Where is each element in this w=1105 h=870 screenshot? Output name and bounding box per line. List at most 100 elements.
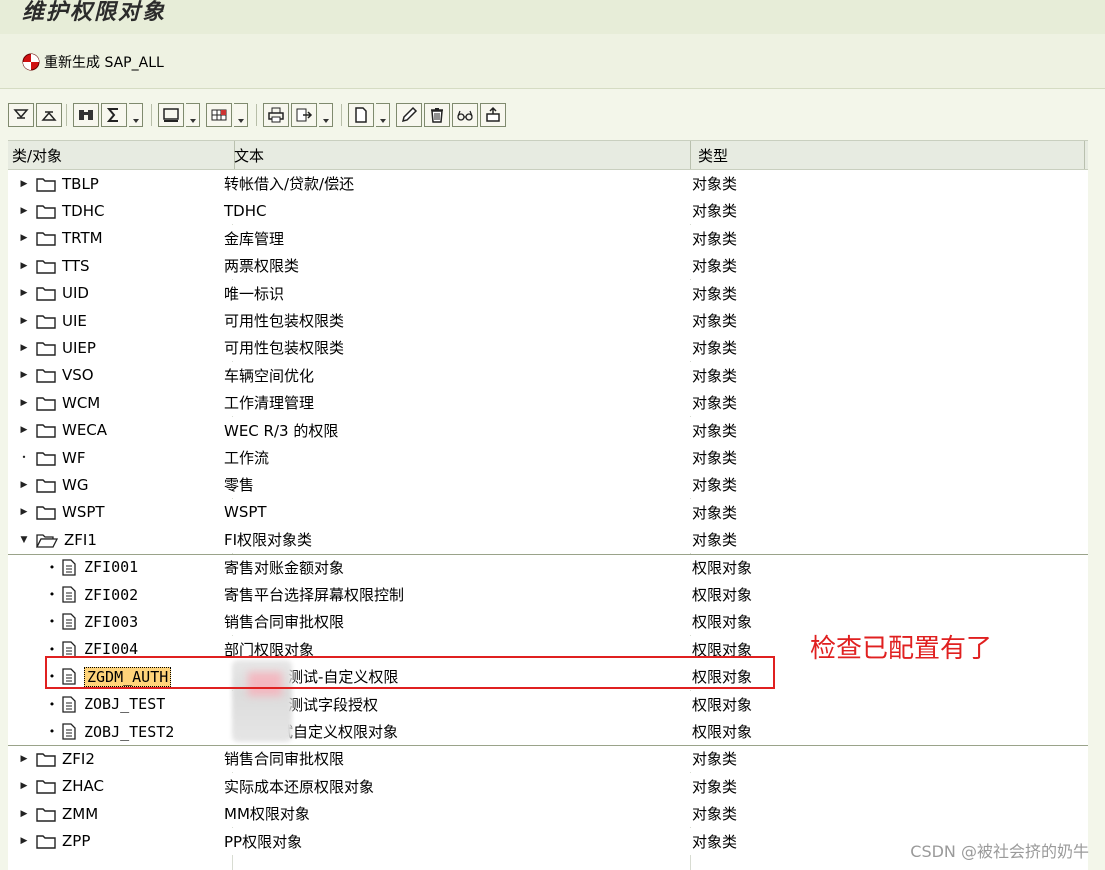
print-button[interactable] <box>263 103 289 127</box>
tree-object-row[interactable]: • ZFI001 寄售对账金额对象 权限对象 <box>8 553 1088 581</box>
tree-node[interactable]: ▶ ZFI2 <box>18 745 95 772</box>
tree-object-row[interactable]: • ZOBJ_TEST 测试字段授权 权限对象 <box>8 690 1088 718</box>
node-name[interactable]: ZFI003 <box>84 613 138 631</box>
expand-arrow-icon[interactable]: ▶ <box>18 316 30 326</box>
tree-node[interactable]: ▶ ZHAC <box>18 773 105 800</box>
node-name[interactable]: WG <box>62 476 88 494</box>
find-button[interactable] <box>73 103 99 127</box>
node-name[interactable]: WCM <box>62 394 100 412</box>
export-button[interactable] <box>291 103 317 127</box>
tree-class-row[interactable]: ▶ TRTM 金库管理 对象类 <box>8 224 1088 252</box>
node-name[interactable]: ZFI1 <box>64 531 97 549</box>
tree-node[interactable]: ▶ TBLP <box>18 170 99 197</box>
column-divider[interactable] <box>1084 141 1085 169</box>
tree-class-row[interactable]: ▶ ZHAC 实际成本还原权限对象 对象类 <box>8 772 1088 800</box>
node-name[interactable]: UIE <box>62 312 87 330</box>
collapse-arrow-icon[interactable]: ▼ <box>18 535 30 545</box>
tree-class-row[interactable]: ▶ WECA WEC R/3 的权限 对象类 <box>8 416 1088 444</box>
tree-node[interactable]: ▶ WCM <box>18 389 101 416</box>
expand-arrow-icon[interactable]: ▶ <box>18 370 30 380</box>
delete-button[interactable] <box>424 103 450 127</box>
expand-arrow-icon[interactable]: ▶ <box>18 179 30 189</box>
tree-class-row[interactable]: ▶ WG 零售 对象类 <box>8 471 1088 499</box>
tree-node[interactable]: ▶ TDHC <box>18 197 105 224</box>
node-name[interactable]: ZOBJ_TEST <box>84 695 165 713</box>
expand-arrow-icon[interactable]: ▶ <box>18 261 30 271</box>
expand-arrow-icon[interactable]: ▶ <box>18 206 30 216</box>
tree-class-row[interactable]: ▶ TDHC TDHC 对象类 <box>8 197 1088 225</box>
node-name[interactable]: TBLP <box>62 175 99 193</box>
tree-class-row[interactable]: • WF 工作流 对象类 <box>8 444 1088 471</box>
export-dropdown[interactable] <box>319 103 333 127</box>
tree-class-row[interactable]: ▶ ZFI2 销售合同审批权限 对象类 <box>8 745 1088 773</box>
tree-object-row[interactable]: • ZFI002 寄售平台选择屏幕权限控制 权限对象 <box>8 581 1088 608</box>
node-name[interactable]: ZFI001 <box>84 558 138 576</box>
node-name[interactable]: VSO <box>62 366 94 384</box>
tree-node[interactable]: ▶ WECA <box>18 417 108 444</box>
node-name[interactable]: ZFI2 <box>62 750 95 768</box>
tree-node[interactable]: ▶ WG <box>18 471 89 498</box>
tree-node[interactable]: ▶ ZPP <box>18 828 91 855</box>
tree-node[interactable]: ▶ UID <box>18 280 89 307</box>
expand-arrow-icon[interactable]: ▶ <box>18 754 30 764</box>
collapse-all-button[interactable] <box>36 103 62 127</box>
expand-arrow-icon[interactable]: ▶ <box>18 809 30 819</box>
tree-node[interactable]: • ZOBJ_TEST <box>46 691 166 718</box>
create-button[interactable] <box>348 103 374 127</box>
expand-arrow-icon[interactable]: ▶ <box>18 398 30 408</box>
expand-arrow-icon[interactable]: ▶ <box>18 288 30 298</box>
tree-node[interactable]: ▶ TRTM <box>18 225 103 252</box>
tree-class-row[interactable]: ▶ UID 唯一标识 对象类 <box>8 279 1088 307</box>
expand-arrow-icon[interactable]: ▶ <box>18 425 30 435</box>
node-name[interactable]: WSPT <box>62 503 105 521</box>
tree-node[interactable]: • ZFI002 <box>46 581 138 608</box>
columns-button[interactable] <box>206 103 232 127</box>
node-name[interactable]: TDHC <box>62 202 104 220</box>
tree-node[interactable]: • ZOBJ_TEST2 <box>46 718 175 745</box>
tree-class-row[interactable]: ▼ ZFI1 FI权限对象类 对象类 <box>8 526 1088 554</box>
sum-dropdown[interactable] <box>129 103 143 127</box>
node-name[interactable]: ZPP <box>62 832 90 850</box>
node-name[interactable]: WECA <box>62 421 107 439</box>
tree-class-row[interactable]: ▶ UIE 可用性包装权限类 对象类 <box>8 307 1088 334</box>
tree-node[interactable]: ▶ VSO <box>18 362 94 389</box>
node-name[interactable]: ZMM <box>62 805 98 823</box>
expand-arrow-icon[interactable]: ▶ <box>18 836 30 846</box>
tree-node[interactable]: • ZFI001 <box>46 554 138 581</box>
node-name[interactable]: ZHAC <box>62 777 104 795</box>
node-name[interactable]: ZOBJ_TEST2 <box>84 723 174 741</box>
tree-node[interactable]: • ZFI003 <box>46 608 138 635</box>
tree-node[interactable]: ▶ UIEP <box>18 334 96 361</box>
node-name[interactable]: UIEP <box>62 339 96 357</box>
change-button[interactable] <box>396 103 422 127</box>
tree-node[interactable]: ▶ WSPT <box>18 499 105 526</box>
tree-node[interactable]: ▶ UIE <box>18 307 87 334</box>
transport-button[interactable] <box>480 103 506 127</box>
node-name[interactable]: TTS <box>62 257 90 275</box>
tree-class-row[interactable]: ▶ ZMM MM权限对象 对象类 <box>8 800 1088 828</box>
column-header-type[interactable]: 类型 <box>698 145 728 166</box>
display-button[interactable] <box>452 103 478 127</box>
columns-dropdown[interactable] <box>234 103 248 127</box>
tree-class-row[interactable]: ▶ WCM 工作清理管理 对象类 <box>8 389 1088 417</box>
tree-object-row[interactable]: • ZOBJ_TEST2 试自定义权限对象 权限对象 <box>8 718 1088 745</box>
tree-node[interactable]: ▶ TTS <box>18 252 90 279</box>
column-header-text[interactable]: 文本 <box>234 145 264 166</box>
tree-class-row[interactable]: ▶ UIEP 可用性包装权限类 对象类 <box>8 334 1088 362</box>
expand-arrow-icon[interactable]: ▶ <box>18 480 30 490</box>
tree-node[interactable]: ▶ ZMM <box>18 800 99 827</box>
node-name[interactable]: WF <box>62 449 85 467</box>
tree-node[interactable]: ▼ ZFI1 <box>18 526 97 553</box>
sum-button[interactable] <box>101 103 127 127</box>
layout-dropdown[interactable] <box>186 103 200 127</box>
tree-class-row[interactable]: ▶ TBLP 转帐借入/贷款/偿还 对象类 <box>8 170 1088 197</box>
expand-arrow-icon[interactable]: ▶ <box>18 233 30 243</box>
column-header-class-object[interactable]: 类/对象 <box>12 145 62 166</box>
node-name[interactable]: UID <box>62 284 89 302</box>
expand-arrow-icon[interactable]: ▶ <box>18 343 30 353</box>
tree-class-row[interactable]: ▶ TTS 两票权限类 对象类 <box>8 252 1088 280</box>
create-dropdown[interactable] <box>376 103 390 127</box>
tree-class-row[interactable]: ▶ VSO 车辆空间优化 对象类 <box>8 361 1088 389</box>
regenerate-sap-all-button[interactable]: 重新生成 SAP_ALL <box>22 51 164 73</box>
column-divider[interactable] <box>690 141 691 169</box>
